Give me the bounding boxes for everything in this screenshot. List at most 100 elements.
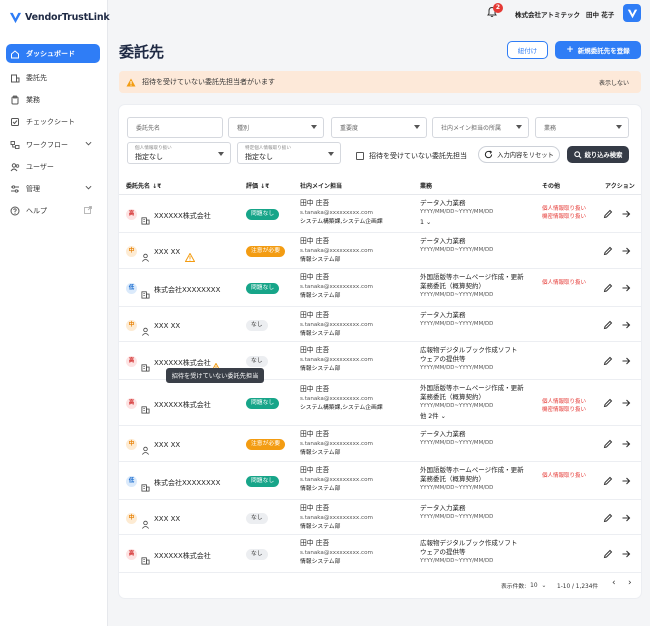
building-icon: [141, 364, 150, 372]
next-page-icon[interactable]: ›: [628, 578, 632, 588]
uninvited-checkbox[interactable]: 招待を受けていない委託先担当: [356, 151, 467, 161]
warning-icon[interactable]: [184, 252, 196, 262]
sidebar-item-7[interactable]: ヘルプ: [6, 201, 100, 220]
table-row[interactable]: 中 XXX XX なし 田中 庄吾 s.tanaka@xxxxxxxxx.com 情報シス…: [119, 500, 641, 535]
sidebar-item-1[interactable]: 委託先: [6, 68, 100, 87]
business-select[interactable]: 業務: [535, 117, 629, 138]
edit-icon[interactable]: [603, 356, 613, 366]
arrow-right-icon[interactable]: [621, 513, 631, 523]
arrow-right-icon[interactable]: [621, 398, 631, 408]
more-business-toggle[interactable]: 1 ⌄: [420, 218, 530, 227]
col-action: アクション: [605, 183, 635, 190]
prev-page-icon[interactable]: ‹: [612, 578, 616, 588]
col-eval[interactable]: 評価 ↓₹: [246, 181, 269, 190]
edit-icon[interactable]: [603, 549, 613, 559]
table-row[interactable]: 低 株式会社XXXXXXXX 問題なし 田中 庄吾 s.tanaka@xxxxxxxxx…: [119, 462, 641, 500]
sort-icon[interactable]: ↓₹: [152, 183, 161, 190]
reset-button[interactable]: 入力内容をリセット: [478, 146, 560, 163]
vendor-name[interactable]: XXX XX: [154, 248, 180, 256]
edit-icon[interactable]: [603, 398, 613, 408]
vendor-name[interactable]: XXX XX: [154, 322, 180, 330]
col-vendor[interactable]: 委託先名 ↓₹: [126, 181, 161, 190]
staff-email: s.tanaka@xxxxxxxxx.com: [300, 356, 373, 363]
priority-badge: 低: [126, 283, 137, 294]
more-business-toggle[interactable]: 他 2件 ⌄: [420, 412, 530, 421]
vendor-name[interactable]: XXXXXX株式会社: [154, 551, 211, 561]
checkbox-box[interactable]: [356, 152, 364, 160]
staff-info: 田中 庄吾 s.tanaka@xxxxxxxxx.com 情報システム部: [300, 430, 373, 459]
sidebar-item-5[interactable]: ユーザー: [6, 157, 100, 176]
staff-dept: 情報システム部: [300, 559, 341, 565]
edit-icon[interactable]: [603, 513, 613, 523]
table-row[interactable]: 高 XXXXXX株式会社 問題なし 田中 庄吾 s.tanaka@xxxxxxxxx.c…: [119, 380, 641, 426]
link-button[interactable]: 紐付け: [507, 41, 548, 59]
vendor-type-icon: [141, 210, 150, 229]
sidebar-item-4[interactable]: ワークフロー: [6, 135, 100, 154]
edit-icon[interactable]: [603, 476, 613, 486]
vendor-name-input[interactable]: 委託先名: [127, 117, 223, 138]
sidebar-item-6[interactable]: 管理: [6, 179, 100, 198]
specific-personal-info-select[interactable]: 特定個人情報取り扱い 指定なし: [237, 142, 341, 164]
vendor-type-icon: [141, 321, 150, 340]
edit-icon[interactable]: [603, 246, 613, 256]
uninvited-warning[interactable]: [184, 247, 196, 266]
arrow-right-icon[interactable]: [621, 476, 631, 486]
filter-search-button[interactable]: 絞り込み検索: [567, 146, 629, 163]
vendor-name[interactable]: 株式会社XXXXXXXX: [154, 478, 220, 488]
table-row[interactable]: 中 XXX XX なし 田中 庄吾 s.tanaka@xxxxxxxxx.com 情報シス…: [119, 307, 641, 342]
col-vendor-label: 委託先名: [126, 183, 151, 190]
business-info: 外国語版等ホームページ作成・更新 業務委託（概算契約） YYYY/MM/DD~YYY…: [420, 466, 530, 493]
type-select[interactable]: 種別: [228, 117, 324, 138]
table-row[interactable]: 低 株式会社XXXXXXXX 問題なし 田中 庄吾 s.tanaka@xxxxxxxxx…: [119, 269, 641, 307]
personal-info-select[interactable]: 個人情報取り扱い 指定なし: [127, 142, 231, 164]
importance-select[interactable]: 重要度: [331, 117, 427, 138]
sidebar-item-0[interactable]: ダッシュボード: [6, 44, 100, 63]
arrow-right-icon[interactable]: [621, 283, 631, 293]
arrow-right-icon[interactable]: [621, 246, 631, 256]
per-page-value: 10: [530, 582, 538, 589]
business-period: YYYY/MM/DD~YYYY/MM/DD: [420, 403, 494, 409]
business-name: データ入力業務: [420, 430, 466, 438]
edit-icon[interactable]: [603, 320, 613, 330]
vendor-name[interactable]: XXXXXX株式会社: [154, 211, 211, 221]
business-info: 広報物デジタルブック作成ソフト ウェアの提供等 YYYY/MM/DD~YYYY/MM…: [420, 539, 530, 566]
arrow-right-icon[interactable]: [621, 320, 631, 330]
arrow-right-icon[interactable]: [621, 549, 631, 559]
business-period: YYYY/MM/DD~YYYY/MM/DD: [420, 209, 494, 215]
vendor-name[interactable]: XXX XX: [154, 441, 180, 449]
business-period: YYYY/MM/DD~YYYY/MM/DD: [420, 558, 494, 564]
sort-icon[interactable]: ↓₹: [260, 183, 269, 190]
tooltip: 招待を受けていない委託先担当: [166, 368, 264, 383]
vendor-name[interactable]: XXXXXX株式会社: [154, 400, 211, 410]
table-row[interactable]: 中 XXX XX 注意が必要 田中 庄吾 s.tanaka@xxxxxxxxx.com 情…: [119, 426, 641, 462]
arrow-right-icon[interactable]: [621, 209, 631, 219]
app-logo[interactable]: VendorTrustLink: [9, 11, 110, 24]
evaluation-badge: 注意が必要: [246, 246, 285, 257]
department-select[interactable]: 社内メイン担当の所属: [432, 117, 529, 138]
business-name: 業務委託（概算契約）: [420, 475, 485, 483]
new-vendor-button[interactable]: + 新規委託先を登録: [555, 41, 641, 59]
page-range: 1-10 / 1,234件: [557, 584, 599, 590]
edit-icon[interactable]: [603, 283, 613, 293]
table-row[interactable]: 高 XXXXXX株式会社 なし 田中 庄吾 s.tanaka@xxxxxxxxx.com…: [119, 535, 641, 573]
vendor-name[interactable]: XXXXXX株式会社: [154, 358, 211, 368]
table-row[interactable]: 中 XXX XX 注意が必要 田中 庄吾 s.tanaka@xxxxxxxxx.com 情…: [119, 233, 641, 269]
vendor-name[interactable]: XXX XX: [154, 515, 180, 523]
table-row[interactable]: 高 XXXXXX株式会社 問題なし 田中 庄吾 s.tanaka@xxxxxxxxx.c…: [119, 195, 641, 233]
per-page[interactable]: 表示件数: 10 ⌄: [501, 581, 546, 591]
sidebar-item-2[interactable]: 業務: [6, 90, 100, 109]
sidebar-item-label: チェックシート: [26, 117, 75, 126]
alert-hide-button[interactable]: 表示しない: [599, 78, 629, 87]
edit-icon[interactable]: [603, 209, 613, 219]
priority-badge: 高: [126, 549, 137, 560]
more-business-label: 他 2件: [420, 413, 439, 420]
arrow-right-icon[interactable]: [621, 439, 631, 449]
edit-icon[interactable]: [603, 439, 613, 449]
avatar[interactable]: [623, 4, 641, 22]
search-icon: [573, 150, 582, 159]
person-icon: [142, 327, 149, 336]
sidebar-item-3[interactable]: チェックシート: [6, 112, 100, 131]
arrow-right-icon[interactable]: [621, 356, 631, 366]
vendor-name[interactable]: 株式会社XXXXXXXX: [154, 285, 220, 295]
user-name[interactable]: 田中 花子: [586, 9, 614, 19]
